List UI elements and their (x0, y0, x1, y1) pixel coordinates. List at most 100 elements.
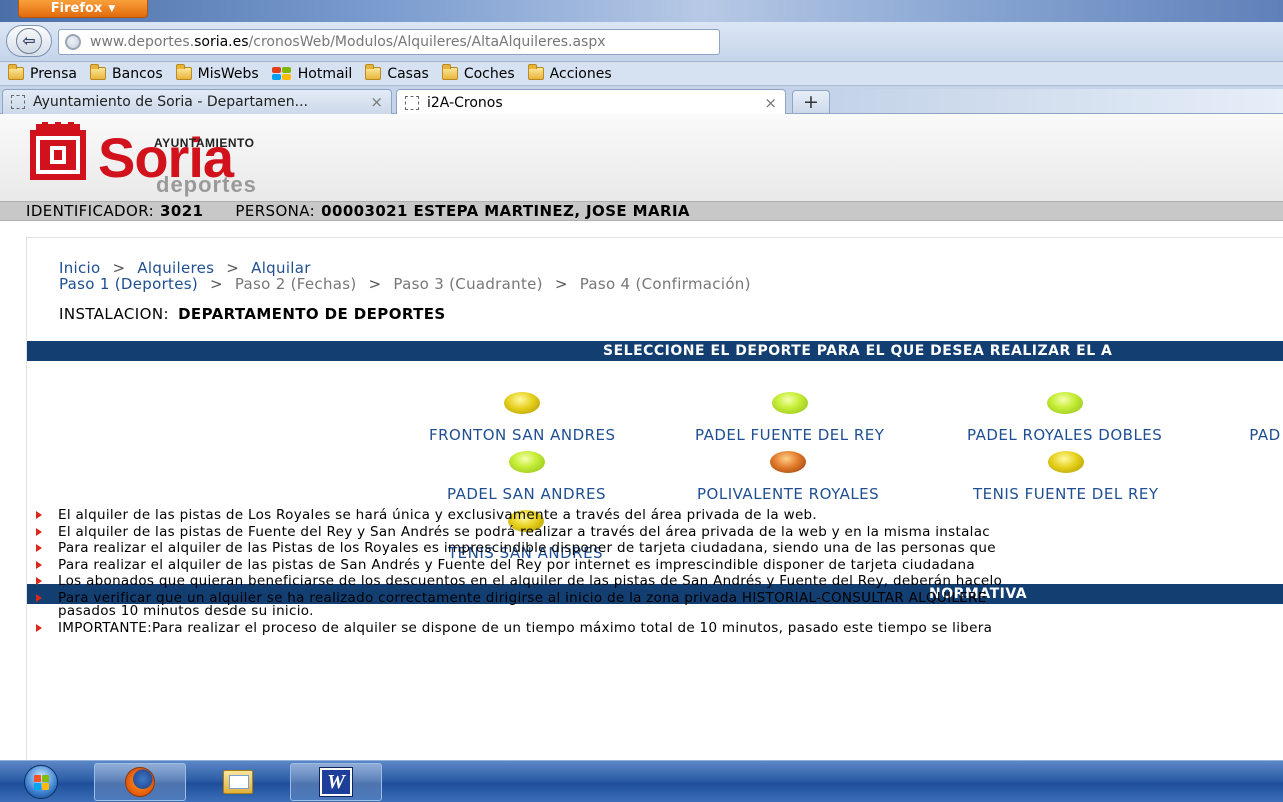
back-button[interactable]: ⇦ (6, 25, 52, 57)
step-3: Paso 3 (Cuadrante) (393, 275, 543, 293)
sport-label: FRONTON SAN ANDRES (429, 426, 616, 444)
soria-deportes-logo[interactable]: Soria AYUNTAMIENTO deportes (26, 120, 306, 196)
back-arrow-icon: ⇦ (16, 28, 42, 54)
chevron-down-icon: ▼ (108, 3, 116, 14)
firefox-menu-label: Firefox (50, 1, 103, 16)
step-1: Paso 1 (Deportes) (59, 275, 199, 293)
close-icon[interactable]: × (370, 93, 383, 111)
bookmark-label: MisWebs (197, 65, 259, 82)
bookmark-acciones[interactable]: Acciones (527, 64, 612, 82)
persona-label: PERSONA: (235, 202, 316, 220)
tab-title: i2A-Cronos (427, 94, 503, 111)
taskbar-word-button[interactable]: W (290, 763, 382, 801)
bullet-arrow-icon (36, 623, 42, 632)
identificador-value: 3021 (160, 202, 204, 220)
sport-polivalente-royales[interactable]: POLIVALENTE ROYALES (697, 451, 879, 503)
bookmark-coches[interactable]: Coches (441, 64, 515, 82)
sport-label: TENIS FUENTE DEL REY (973, 485, 1159, 503)
sport-padel-san-andres[interactable]: PADEL SAN ANDRES (447, 451, 606, 503)
bullet-arrow-icon (36, 527, 42, 536)
folder-icon (527, 64, 544, 80)
url-prefix: www.deportes. (90, 34, 195, 50)
page-icon (11, 95, 25, 109)
instalacion-line: INSTALACION: DEPARTAMENTO DE DEPORTES (59, 305, 446, 323)
ball-icon (504, 392, 541, 414)
folder-icon (175, 64, 192, 80)
sport-fronton-san-andres[interactable]: FRONTON SAN ANDRES (429, 392, 616, 444)
taskbar-explorer-button[interactable] (192, 763, 284, 801)
firefox-icon (125, 767, 155, 797)
windows-taskbar: W (0, 760, 1283, 802)
bullet-arrow-icon (36, 511, 42, 519)
site-header: Soria AYUNTAMIENTO deportes (0, 114, 1283, 201)
basketball-icon (770, 451, 807, 473)
sport-pad-truncated[interactable]: PAD (1247, 392, 1283, 444)
bookmark-label: Prensa (30, 65, 78, 82)
ball-icon (1247, 392, 1283, 414)
sport-tenis-fuente-del-rey[interactable]: TENIS FUENTE DEL REY (973, 451, 1159, 503)
step-2: Paso 2 (Fechas) (234, 275, 357, 293)
url-host: soria.es (194, 34, 249, 50)
tab-strip-filler (835, 89, 1283, 113)
folder-icon (90, 64, 107, 80)
step-4: Paso 4 (Confirmación) (579, 275, 751, 293)
breadcrumb: Inicio > Alquileres > Alquilar Paso 1 (Depor… (59, 259, 751, 293)
persona-value: 00003021 ESTEPA MARTINEZ, JOSE MARIA (321, 202, 690, 220)
bookmark-casas[interactable]: Casas (365, 64, 429, 82)
msn-butterfly-icon (271, 66, 292, 81)
list-item: Para realizar el alquiler de las Pistas … (32, 540, 1262, 557)
sport-padel-fuente-del-rey[interactable]: PADEL FUENTE DEL REY (695, 392, 884, 444)
folder-icon (441, 64, 458, 80)
bookmark-miswebs[interactable]: MisWebs (175, 64, 259, 82)
start-button[interactable] (10, 763, 72, 801)
list-item: IMPORTANTE:Para realizar el proceso de a… (32, 620, 1262, 637)
bookmark-label: Hotmail (297, 65, 353, 82)
instalacion-value: DEPARTAMENTO DE DEPORTES (178, 305, 446, 323)
bookmark-prensa[interactable]: Prensa (8, 64, 78, 82)
url-bar[interactable]: www.deportes. soria.es/cronosWeb/Modulos/… (58, 29, 720, 55)
bullet-arrow-icon (36, 577, 42, 585)
close-icon[interactable]: × (764, 94, 777, 112)
windows-logo-icon (24, 765, 58, 799)
window-titlebar: Firefox ▼ (0, 0, 1283, 22)
bookmark-label: Acciones (549, 65, 612, 82)
sport-label: PADEL ROYALES DOBLES (967, 426, 1163, 444)
logo-ayuntamiento-text: AYUNTAMIENTO (154, 136, 255, 150)
sport-label: PADEL SAN ANDRES (447, 485, 607, 503)
navigation-toolbar: ⇦ www.deportes. soria.es/cronosWeb/Modulo… (0, 22, 1283, 62)
page-icon (405, 95, 419, 110)
list-item: El alquiler de las pistas de Fuente del … (32, 524, 1262, 541)
taskbar-firefox-button[interactable] (94, 763, 186, 801)
crest-icon (30, 122, 86, 180)
bookmark-label: Coches (463, 65, 515, 82)
bookmark-label: Bancos (112, 65, 163, 82)
logo-deportes-text: deportes (156, 172, 257, 197)
bookmark-bancos[interactable]: Bancos (90, 64, 163, 82)
globe-icon (65, 34, 81, 50)
normativa-list: El alquiler de las pistas de Los Royales… (32, 507, 1262, 636)
tab-strip: Ayuntamiento de Soria - Departamen... × … (0, 86, 1283, 115)
folder-icon (365, 64, 382, 80)
bookmarks-toolbar: Prensa Bancos MisWebs Hotmail Casas Coch… (0, 62, 1283, 86)
ball-icon (1047, 451, 1084, 473)
tab-ayuntamiento[interactable]: Ayuntamiento de Soria - Departamen... × (2, 89, 392, 114)
web-page: Soria AYUNTAMIENTO deportes IDENTIFICADO… (0, 114, 1283, 760)
tab-i2a-cronos[interactable]: i2A-Cronos × (396, 89, 786, 115)
bookmark-hotmail[interactable]: Hotmail (271, 65, 353, 82)
tab-title: Ayuntamiento de Soria - Departamen... (33, 94, 308, 110)
sport-padel-royales-dobles[interactable]: PADEL ROYALES DOBLES (967, 392, 1162, 444)
bullet-arrow-icon (36, 544, 42, 552)
list-item: El alquiler de las pistas de Los Royales… (32, 507, 1262, 524)
firefox-menu-button[interactable]: Firefox ▼ (18, 0, 148, 18)
identificador-label: IDENTIFICADOR: (26, 202, 155, 220)
sport-label: POLIVALENTE ROYALES (697, 485, 880, 503)
ball-icon (508, 451, 545, 473)
folder-icon (8, 64, 24, 80)
main-content: Inicio > Alquileres > Alquilar Paso 1 (Depor… (26, 237, 1283, 760)
new-tab-button[interactable]: + (792, 90, 830, 113)
instalacion-label: INSTALACION: (59, 305, 169, 323)
url-path: /cronosWeb/Modulos/Alquileres/AltaAlquil… (248, 34, 606, 50)
bullet-arrow-icon (36, 560, 42, 569)
bullet-arrow-icon (36, 593, 42, 602)
ball-icon (1046, 392, 1083, 414)
